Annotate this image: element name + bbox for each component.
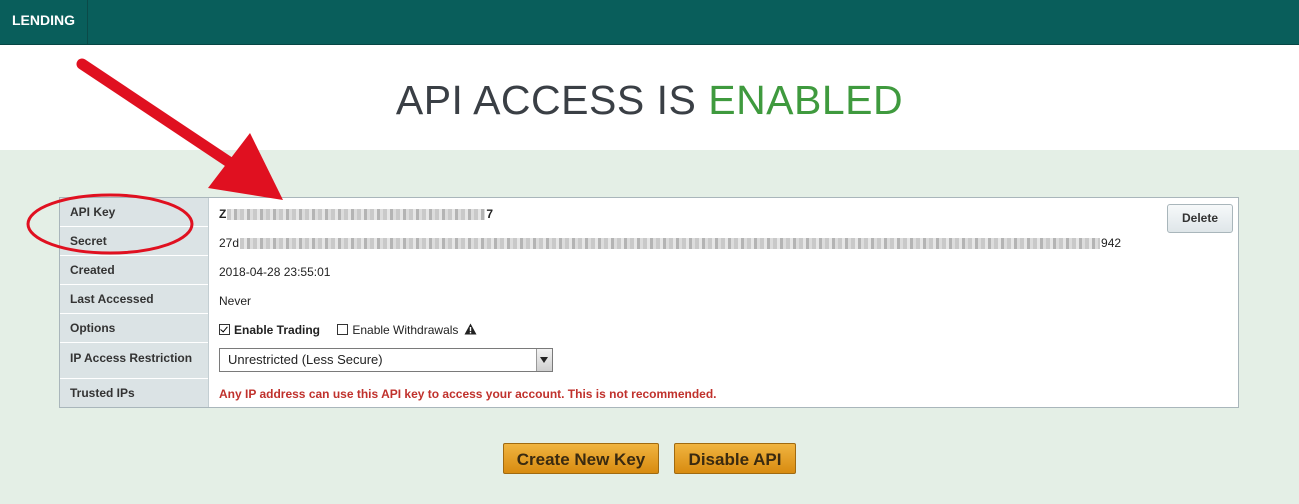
options-value: Enable Trading Enable Withdrawals xyxy=(219,323,477,337)
api-key-label: API Key xyxy=(60,198,208,227)
label-column: API Key Secret Created Last Accessed Opt… xyxy=(60,198,209,407)
enable-trading-label: Enable Trading xyxy=(234,323,321,337)
nav-item-lending[interactable]: LENDING xyxy=(0,0,88,44)
enable-trading-checkbox[interactable] xyxy=(219,324,230,335)
ip-restriction-label: IP Access Restriction xyxy=(60,343,208,379)
trusted-ips-label: Trusted IPs xyxy=(70,386,135,400)
enable-trading-option[interactable]: Enable Trading xyxy=(219,323,323,337)
create-new-key-button[interactable]: Create New Key xyxy=(503,443,659,474)
api-key-panel: API Key Secret Created Last Accessed Opt… xyxy=(59,197,1239,408)
disable-api-button[interactable]: Disable API xyxy=(674,443,796,474)
created-label: Created xyxy=(60,256,208,285)
top-navigation-bar: LENDING xyxy=(0,0,1299,45)
secret-end: 942 xyxy=(1101,236,1122,250)
last-accessed-value: Never xyxy=(219,294,252,308)
api-status: ENABLED xyxy=(708,77,904,123)
delete-button[interactable]: Delete xyxy=(1167,204,1233,233)
api-key-redacted xyxy=(227,209,486,221)
chevron-down-icon[interactable] xyxy=(536,349,552,371)
enable-withdrawals-option[interactable]: Enable Withdrawals xyxy=(337,323,477,337)
secret-redacted xyxy=(240,238,1101,250)
page-title-prefix: API ACCESS IS xyxy=(395,77,697,123)
warning-icon xyxy=(464,323,477,335)
created-value: 2018-04-28 23:55:01 xyxy=(219,265,331,279)
secret-start: 27d xyxy=(219,236,240,250)
secret-value[interactable]: 27d 942 xyxy=(219,236,1121,250)
enable-withdrawals-checkbox[interactable] xyxy=(337,324,349,335)
enable-withdrawals-label: Enable Withdrawals xyxy=(352,323,459,337)
api-key-start: Z xyxy=(219,207,227,221)
options-label: Options xyxy=(60,314,208,343)
trusted-ips-warning: Any IP address can use this API key to a… xyxy=(219,387,717,401)
ip-restriction-selected: Unrestricted (Less Secure) xyxy=(228,352,383,367)
api-key-value[interactable]: Z7 xyxy=(219,207,493,221)
ip-restriction-select[interactable]: Unrestricted (Less Secure) xyxy=(219,348,553,372)
api-key-end: 7 xyxy=(486,207,494,221)
secret-label: Secret xyxy=(60,227,208,256)
last-accessed-label: Last Accessed xyxy=(60,285,208,314)
page-title: API ACCESS IS ENABLED xyxy=(0,77,1299,124)
page-header: API ACCESS IS ENABLED xyxy=(0,45,1299,150)
